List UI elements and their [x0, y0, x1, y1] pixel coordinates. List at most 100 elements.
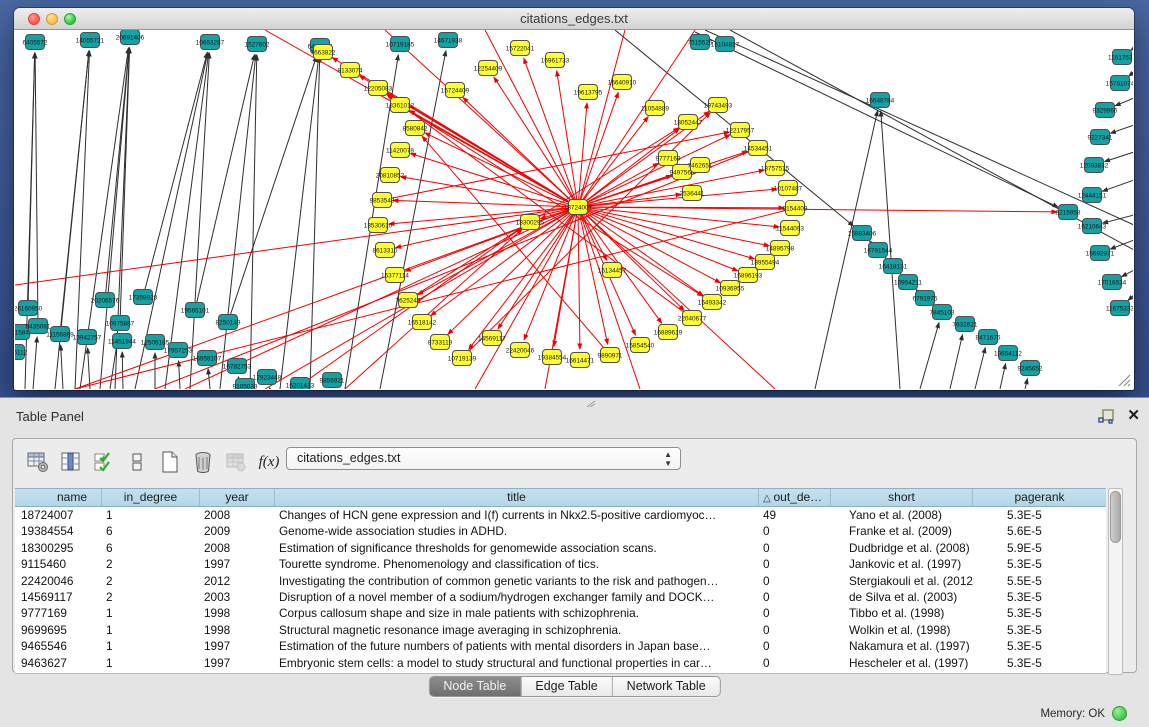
graph-node[interactable]: 9856921	[320, 373, 345, 388]
graph-node[interactable]: 10975887	[106, 316, 135, 331]
graph-node[interactable]: 11544093	[776, 221, 804, 236]
cell-pagerank[interactable]: 5.3E-5	[973, 638, 1106, 654]
graph-node[interactable]: 20206576	[91, 293, 120, 308]
column-header-out_degree[interactable]: △ out_de…	[759, 489, 831, 506]
graph-node[interactable]: 15722041	[506, 41, 535, 56]
graph-node[interactable]: 15134457	[598, 263, 627, 278]
graph-node[interactable]: 9329966	[1093, 103, 1118, 118]
cell-name[interactable]: 18300295	[15, 540, 102, 556]
graph-edge[interactable]	[190, 53, 209, 389]
graph-edge[interactable]	[1110, 125, 1133, 133]
delete-column-button[interactable]	[188, 447, 218, 477]
tab-node-table[interactable]: Node Table	[429, 677, 521, 696]
graph-edge[interactable]	[695, 32, 1058, 207]
cell-year[interactable]: 1997	[200, 655, 275, 671]
cell-title[interactable]: Investigating the contribution of common…	[275, 573, 759, 589]
cell-title[interactable]: Tourette syndrome. Phenomenology and cla…	[275, 556, 759, 572]
cell-pagerank[interactable]: 5.3E-5	[973, 556, 1106, 572]
graph-node[interactable]: 19613795	[574, 85, 603, 100]
table-row[interactable]: 946554611997Estimation of the future num…	[15, 638, 1106, 654]
graph-edge[interactable]	[586, 208, 779, 227]
graph-node[interactable]: 18361012	[386, 98, 415, 113]
close-panel-icon[interactable]: ✕	[1127, 406, 1140, 424]
cell-title[interactable]: Disruption of a novel member of a sodium…	[275, 589, 759, 605]
graph-edge[interactable]	[61, 345, 63, 389]
panel-resize-grip[interactable]	[586, 400, 596, 408]
graph-edge[interactable]	[468, 113, 711, 353]
graph-edge[interactable]	[61, 51, 89, 326]
cell-short[interactable]: Nakamura et al. (1997)	[831, 638, 973, 654]
cell-name[interactable]: 18724007	[15, 507, 102, 523]
create-column-button[interactable]	[155, 447, 185, 477]
cell-name[interactable]: 22420046	[15, 573, 102, 589]
graph-edge[interactable]	[35, 53, 38, 318]
graph-node[interactable]: 9105033	[233, 379, 258, 390]
cell-year[interactable]: 2009	[200, 523, 275, 539]
cell-name[interactable]: 19384554	[15, 523, 102, 539]
cell-name[interactable]: 9465546	[15, 638, 102, 654]
graph-node[interactable]: 16782753	[223, 359, 252, 374]
graph-edge[interactable]	[15, 208, 570, 285]
cell-name[interactable]: 9115460	[15, 556, 102, 572]
memory-status-indicator[interactable]	[1112, 706, 1127, 721]
graph-node[interactable]: 10653287	[196, 35, 225, 50]
graph-node[interactable]: 19384554	[538, 350, 567, 365]
cell-out_degree[interactable]: 0	[759, 622, 831, 638]
graph-node[interactable]: 10954211	[894, 275, 922, 290]
cell-in_degree[interactable]: 6	[102, 523, 200, 539]
cell-year[interactable]: 1998	[200, 622, 275, 638]
graph-edge[interactable]	[1131, 48, 1133, 50]
graph-edge[interactable]	[584, 213, 684, 311]
cell-pagerank[interactable]: 5.3E-5	[973, 605, 1106, 621]
cell-in_degree[interactable]: 1	[102, 638, 200, 654]
graph-node[interactable]: 8580842	[403, 121, 428, 136]
graph-node[interactable]: 6791975	[913, 291, 938, 306]
cell-out_degree[interactable]: 0	[759, 556, 831, 572]
cell-name[interactable]: 9777169	[15, 605, 102, 621]
graph-edge[interactable]	[250, 55, 257, 389]
graph-node[interactable]: 14055721	[76, 33, 105, 48]
cell-year[interactable]: 2003	[200, 589, 275, 605]
network-canvas[interactable]: 6405572140557212069140610653287152760264…	[15, 30, 1133, 389]
table-row[interactable]: 911546021997Tourette syndrome. Phenomeno…	[15, 556, 1106, 572]
show-hide-columns-button[interactable]	[56, 447, 86, 477]
table-body[interactable]: 1872400712008Changes of HCN gene express…	[15, 507, 1106, 674]
cell-pagerank[interactable]: 5.9E-5	[973, 540, 1106, 556]
graph-edge[interactable]	[28, 53, 35, 300]
graph-node[interactable]: 7625245	[396, 293, 421, 308]
graph-node[interactable]: 9245652	[1018, 361, 1043, 376]
cell-in_degree[interactable]: 2	[102, 556, 200, 572]
graph-node[interactable]: 16889619	[654, 325, 683, 340]
graph-node[interactable]: 8471676	[976, 330, 1001, 345]
graph-node[interactable]: 15692971	[1086, 246, 1115, 261]
select-all-button[interactable]	[89, 447, 119, 477]
cell-title[interactable]: Estimation of significance thresholds fo…	[275, 540, 759, 556]
graph-node[interactable]: 11420078	[386, 143, 414, 158]
graph-node[interactable]: 15854540	[626, 338, 655, 353]
graph-node[interactable]: 8613310	[373, 243, 398, 258]
graph-node[interactable]: 10719139	[448, 351, 477, 366]
graph-edge[interactable]	[975, 348, 985, 389]
cell-out_degree[interactable]: 0	[759, 523, 831, 539]
cell-title[interactable]: Corpus callosum shape and size in male p…	[275, 605, 759, 621]
function-builder-button[interactable]: f(x)	[254, 447, 284, 477]
cell-in_degree[interactable]: 6	[102, 540, 200, 556]
graph-edge[interactable]	[1115, 98, 1133, 106]
cell-in_degree[interactable]: 1	[102, 622, 200, 638]
cell-year[interactable]: 2008	[200, 507, 275, 523]
cell-pagerank[interactable]: 5.3E-5	[973, 655, 1106, 671]
graph-node[interactable]: 12254409	[474, 61, 503, 76]
graph-edge[interactable]	[448, 213, 572, 335]
graph-node[interactable]: 15983406	[848, 226, 877, 241]
graph-node[interactable]: 11054889	[641, 101, 669, 116]
graph-node[interactable]: 19743493	[704, 98, 733, 113]
cell-pagerank[interactable]: 5.3E-5	[973, 507, 1106, 523]
graph-edge[interactable]	[310, 57, 320, 389]
table-row[interactable]: 1872400712008Changes of HCN gene express…	[15, 507, 1106, 523]
column-header-name[interactable]: name	[15, 489, 102, 506]
graph-edge[interactable]	[920, 323, 939, 389]
row-height-button[interactable]	[122, 447, 152, 477]
cell-out_degree[interactable]: 49	[759, 507, 831, 523]
window-titlebar[interactable]: citations_edges.txt	[14, 8, 1134, 30]
graph-node[interactable]: 16210643	[1078, 219, 1107, 234]
